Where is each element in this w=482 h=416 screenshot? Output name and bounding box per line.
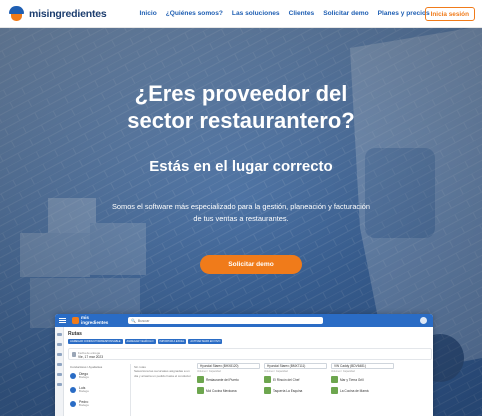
vehicle-capacity-note: Volumen / Capacidad [331, 370, 355, 373]
app-sidebar [55, 327, 64, 416]
hero-title: ¿Eres proveedor del sector restaurantero… [0, 80, 482, 134]
app-logo: mis ingredientes [72, 315, 109, 325]
calendar-icon [72, 352, 76, 357]
app-search-placeholder: Buscar [137, 318, 150, 323]
delivery-date-field: Fecha de entrega Vie, 17 mar 2023 [68, 348, 432, 360]
order-title: Mol Cocina Mexicana [206, 388, 237, 393]
user-avatar [420, 317, 427, 324]
vehicle-capacity-note: Volumen / Capacidad [197, 370, 221, 373]
add-vehicle-button: AGREGAR VEHÍCULO [124, 339, 156, 344]
nav-link-solicitar-demo[interactable]: Solicitar demo [323, 10, 368, 17]
order-title: Mar y Tierra Grill [340, 377, 364, 382]
live-map-button: ACTIVAR MAPA EN VIVO [188, 339, 223, 344]
vehicle-column-2: Hyundai Starex (BMX7111) Volumen / Capac… [264, 363, 327, 395]
sidebar-reports-icon [57, 373, 62, 376]
nav-link-quienes-somos[interactable]: ¿Quiénes somos? [166, 10, 223, 17]
sidebar-routes-icon [57, 353, 62, 356]
order-title: Taquería La Esquina [273, 388, 303, 393]
driver-sub: Bodega [79, 375, 89, 380]
avatar [70, 401, 76, 407]
sidebar-settings-icon [57, 383, 62, 386]
order-thumbnail [331, 376, 338, 383]
search-icon: 🔍 [131, 319, 136, 323]
vehicle-select: Hyundai Starex (BHX8120) [197, 363, 260, 369]
logo-icon [8, 5, 26, 22]
vehicle-select: Hyundai Starex (BMX7111) [264, 363, 327, 369]
order-title: El Rincón del Chef [273, 377, 300, 382]
nav-links: Inicio ¿Quiénes somos? Las soluciones Cl… [140, 10, 439, 17]
app-search-input: 🔍 Buscar [128, 317, 323, 324]
hero-title-line-1: ¿Eres proveedor del [134, 81, 348, 106]
order-card: Mar y Tierra Grill [331, 375, 394, 384]
list-item: Luis Bodega [70, 384, 128, 396]
menu-icon [59, 318, 66, 323]
delivery-date-value: Vie, 17 mar 2023 [78, 355, 104, 359]
order-card: El Rincón del Chef [264, 375, 327, 384]
app-logo-line-2: ingredientes [81, 319, 109, 325]
order-thumbnail [264, 387, 271, 394]
top-navbar: misingredientes Inicio ¿Quiénes somos? L… [0, 0, 482, 28]
route-info-text: Selecciona las sucursales asignadas a un… [134, 369, 192, 378]
app-page-title: Rutas [68, 331, 82, 337]
drivers-list-header: Conductores / Ayudantes [70, 365, 103, 369]
add-driver-button: AGREGAR CONDUCTOR/RESPONSABLE [68, 339, 123, 344]
app-header: mis ingredientes 🔍 Buscar [55, 314, 433, 327]
hero-subtitle: Estás en el lugar correcto [149, 158, 333, 175]
order-card: La Cocina de Mamá [331, 386, 394, 395]
nav-link-soluciones[interactable]: Las soluciones [232, 10, 280, 17]
order-thumbnail [197, 376, 204, 383]
hero-description: Somos el software más especializado para… [112, 202, 370, 223]
driver-sub: Bodega [79, 403, 89, 408]
order-card: Mol Cocina Mexicana [197, 386, 260, 395]
order-card: Taquería La Esquina [264, 386, 327, 395]
avatar [70, 387, 76, 393]
order-title: La Cocina de Mamá [340, 388, 369, 393]
hero-title-line-2: sector restaurantero? [127, 108, 355, 133]
vehicle-capacity-note: Volumen / Capacidad [264, 370, 288, 373]
list-item: Diego Bodega [70, 370, 128, 382]
sidebar-home-icon [57, 333, 62, 336]
login-button[interactable]: Inicia sesión [424, 7, 475, 21]
request-demo-button[interactable]: Solicitar demo [200, 255, 302, 274]
sidebar-products-icon [57, 363, 62, 366]
app-main-content: Rutas AGREGAR CONDUCTOR/RESPONSABLE AGRE… [64, 327, 433, 416]
vehicle-column-1: Hyundai Starex (BHX8120) Volumen / Capac… [197, 363, 260, 395]
app-logo-icon [72, 317, 79, 324]
order-thumbnail [264, 376, 271, 383]
drivers-list: Conductores / Ayudantes Diego Bodega Lui… [68, 364, 131, 416]
order-title: Restaurante del Puerto [206, 377, 239, 382]
app-screenshot-preview: mis ingredientes 🔍 Buscar Rutas AGREGAR … [55, 314, 433, 416]
nav-link-inicio[interactable]: Inicio [140, 10, 157, 17]
order-card: Restaurante del Puerto [197, 375, 260, 384]
nav-link-clientes[interactable]: Clientes [289, 10, 315, 17]
brand-logo[interactable]: misingredientes [8, 5, 107, 22]
order-thumbnail [197, 387, 204, 394]
order-thumbnail [331, 387, 338, 394]
nav-link-planes-precios[interactable]: Planes y precios [378, 10, 430, 17]
export-excel-button: IMPORTAR A EXCEL [157, 339, 187, 344]
list-item: Pedro Bodega [70, 398, 128, 410]
sidebar-orders-icon [57, 343, 62, 346]
driver-sub: Bodega [79, 389, 89, 394]
brand-name: misingredientes [29, 7, 107, 20]
vehicle-select: VW Caddy (BDV6481) [331, 363, 394, 369]
route-info: Sin rutas Selecciona las sucursales asig… [134, 365, 192, 378]
app-action-buttons: AGREGAR CONDUCTOR/RESPONSABLE AGREGAR VE… [68, 339, 224, 344]
avatar [70, 373, 76, 379]
vehicle-column-3: VW Caddy (BDV6481) Volumen / Capacidad M… [331, 363, 394, 395]
